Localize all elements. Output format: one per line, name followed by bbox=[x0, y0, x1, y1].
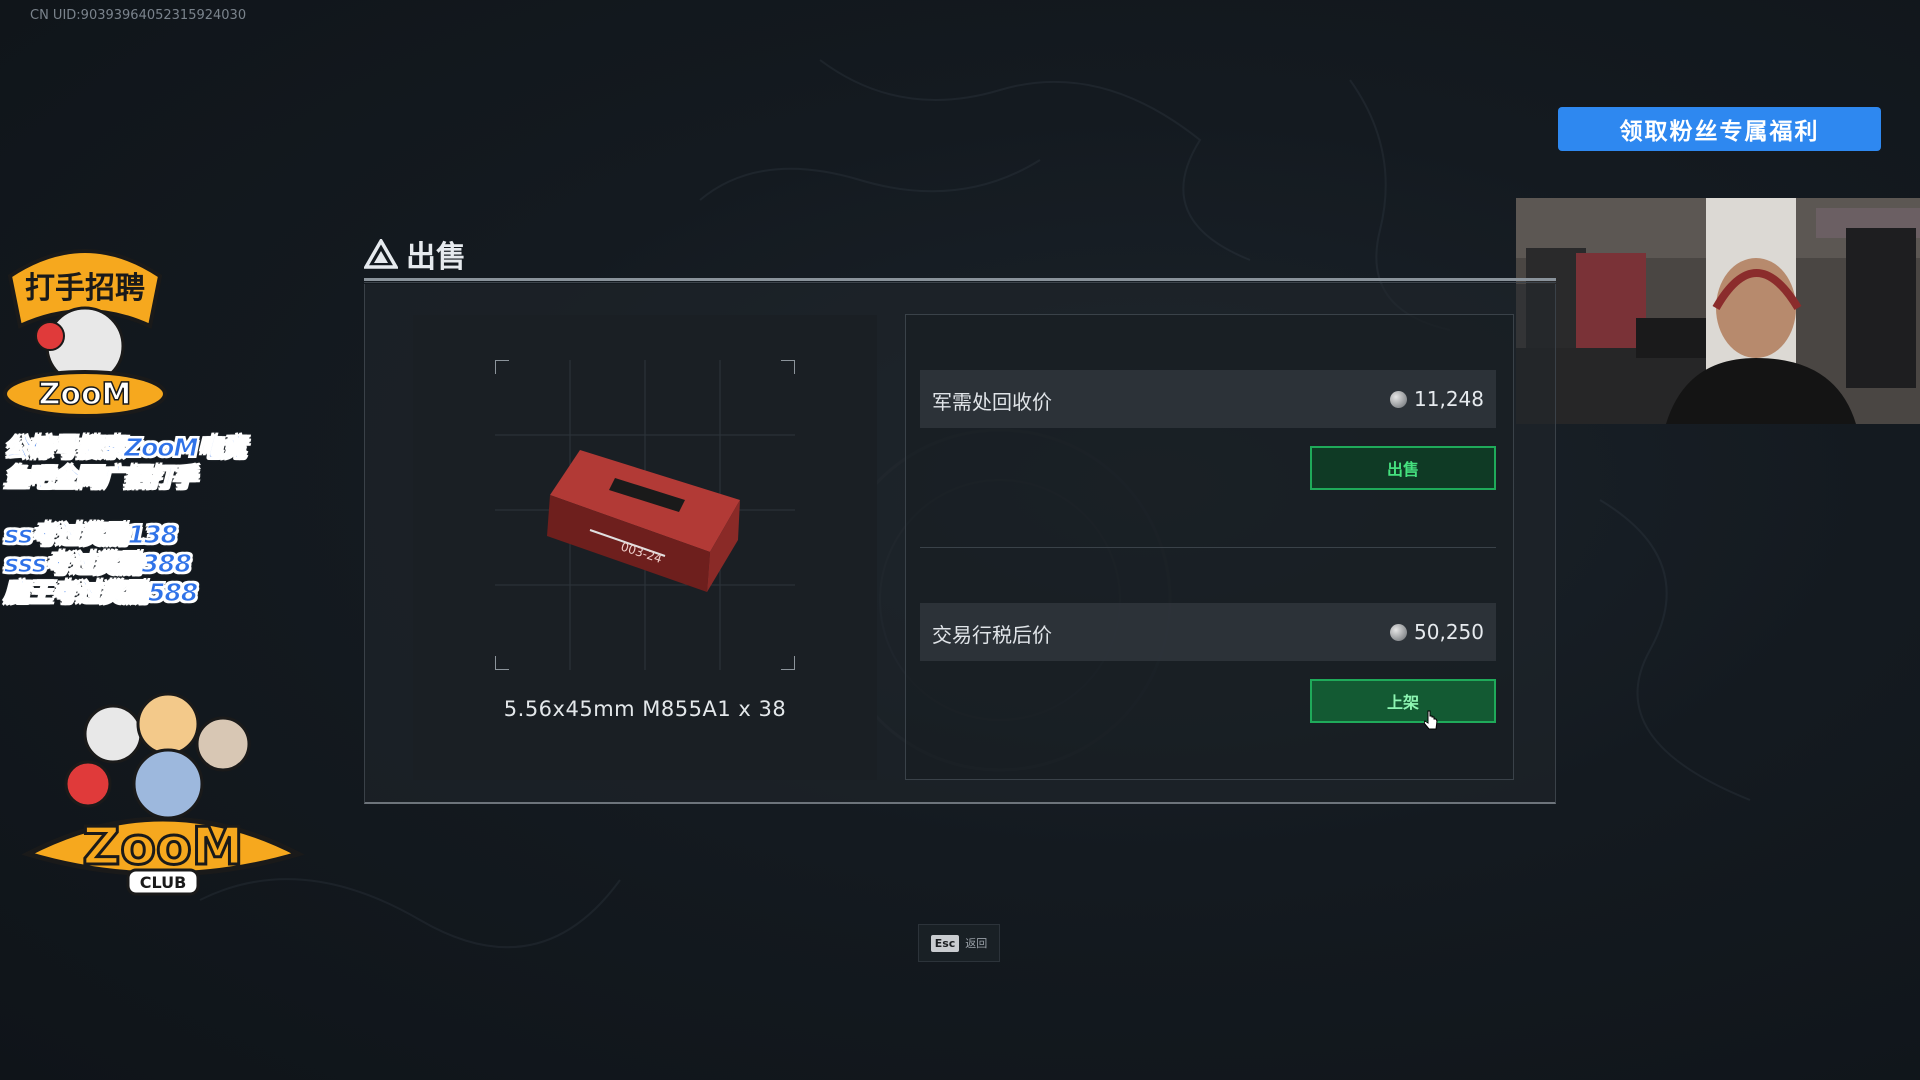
recycle-price-row: 军需处回收价 11,248 bbox=[920, 370, 1496, 428]
promo-line-2: 鱼吧全网广招打手 bbox=[3, 463, 197, 493]
coin-icon bbox=[1390, 390, 1408, 408]
mouse-cursor-icon bbox=[1424, 710, 1438, 730]
market-price-row: 交易行税后价 50,250 bbox=[920, 603, 1496, 661]
logo-sub-text: CLUB bbox=[140, 873, 187, 892]
uid-label: CN UID:90393964052315924030 bbox=[30, 8, 247, 23]
market-price-value: 50,250 bbox=[1414, 620, 1484, 644]
logo-text-small: ZooM bbox=[39, 377, 132, 412]
sell-button[interactable]: 出售 bbox=[1310, 446, 1496, 490]
list-on-market-button[interactable]: 上架 bbox=[1310, 679, 1496, 723]
logo-text-large: ZooM bbox=[83, 817, 244, 877]
esc-key: Esc bbox=[930, 934, 960, 952]
recycle-price-label: 军需处回收价 bbox=[932, 390, 1052, 414]
webcam-feed bbox=[1516, 198, 1920, 424]
esc-back-button[interactable]: Esc 返回 bbox=[918, 924, 1000, 962]
item-name: 5.56x45mm M855A1 x 38 bbox=[503, 697, 787, 721]
ammo-box-icon: 003-24 bbox=[547, 450, 740, 592]
market-price-label: 交易行税后价 bbox=[932, 623, 1052, 647]
zoom-club-logo: ZooM CLUB bbox=[21, 692, 305, 896]
coin-icon bbox=[1390, 623, 1408, 641]
page-title: 出售 bbox=[406, 240, 466, 275]
recycle-price-value: 11,248 bbox=[1414, 387, 1484, 411]
reward-line-3: 魔王考过奖励588 bbox=[3, 578, 198, 608]
fan-benefit-button[interactable]: 领取粉丝专属福利 bbox=[1558, 107, 1881, 151]
price-divider bbox=[920, 547, 1496, 548]
recycle-price-value-wrap: 11,248 bbox=[1390, 387, 1484, 411]
recruit-logo: 打手招聘 ZooM bbox=[3, 249, 167, 418]
sell-header: 出售 bbox=[364, 232, 466, 276]
market-price-value-wrap: 50,250 bbox=[1390, 620, 1484, 644]
item-grid: 003-24 bbox=[495, 360, 795, 670]
delta-triangle-icon bbox=[364, 239, 398, 269]
webcam-scene bbox=[1516, 198, 1920, 424]
esc-label: 返回 bbox=[965, 937, 988, 950]
title-divider bbox=[364, 278, 1556, 281]
recruit-badge-text: 打手招聘 bbox=[25, 271, 145, 306]
title-divider-shadow bbox=[364, 282, 1556, 283]
